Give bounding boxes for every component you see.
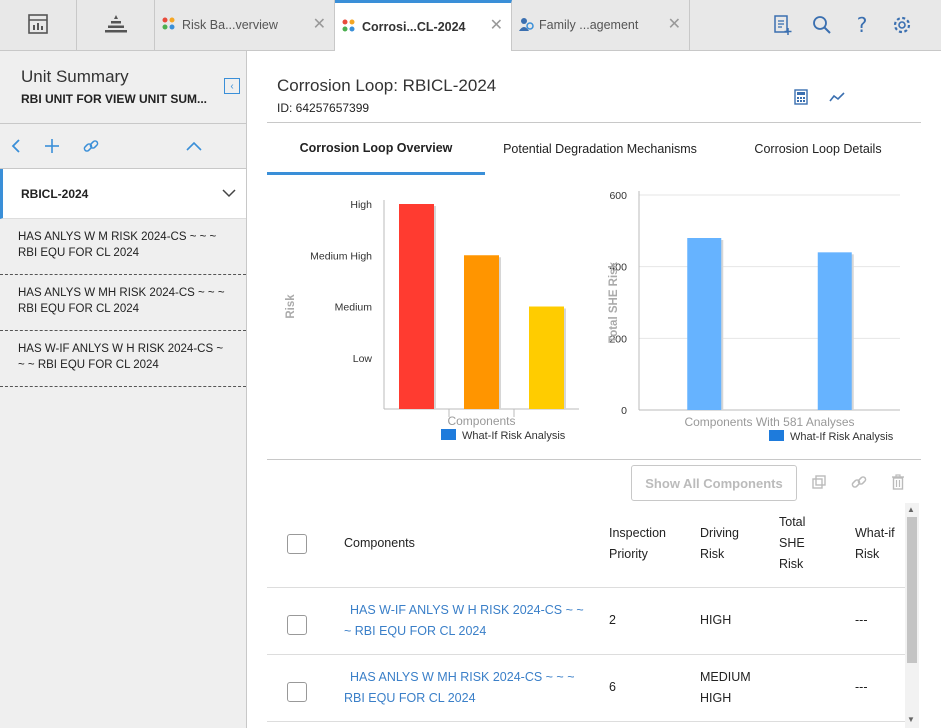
driving-risk: HIGH [700, 613, 732, 627]
y-tick-label: Medium [335, 302, 373, 314]
bar [464, 255, 499, 409]
hierarchy-button[interactable] [77, 0, 155, 50]
legend-swatch [769, 430, 784, 441]
record-id: ID: 64257657399 [277, 101, 370, 115]
table-row[interactable]: HAS W-IF ANLYS W H RISK 2024-CS ~ ~ ~ RB… [267, 588, 907, 655]
dashboard-icon [27, 13, 49, 38]
select-all-checkbox[interactable] [287, 534, 307, 554]
copy-icon[interactable] [810, 473, 828, 491]
driving-risk: MEDIUM HIGH [700, 670, 751, 705]
legend-swatch [441, 429, 456, 440]
chevron-up-icon[interactable] [184, 136, 204, 156]
sub-tabs: Corrosion Loop Overview Potential Degrad… [267, 122, 921, 175]
what-if-risk: --- [855, 613, 868, 627]
bar [817, 252, 852, 410]
tab-family-management[interactable]: Family ...agement ✕ [512, 0, 690, 50]
tab-label: Family ...agement [539, 18, 639, 32]
scroll-down-icon[interactable]: ▼ [907, 715, 915, 724]
row-checkbox[interactable] [287, 682, 307, 702]
hierarchy-icon [103, 13, 129, 38]
inspection-priority: 6 [609, 680, 616, 694]
link-icon[interactable] [81, 136, 101, 156]
scrollbar-thumb[interactable] [907, 517, 917, 663]
sidebar-subtitle: RBI UNIT FOR VIEW UNIT SUM... [21, 92, 207, 106]
sidebar-title: Unit Summary [21, 67, 129, 86]
back-icon[interactable] [6, 136, 26, 156]
tab-potential-degradation-mechanisms[interactable]: Potential Degradation Mechanisms [485, 123, 715, 175]
search-icon[interactable] [810, 13, 834, 37]
section-divider [267, 459, 921, 460]
component-link[interactable]: HAS ANLYS W MH RISK 2024-CS ~ ~ ~ RBI EQ… [344, 667, 584, 709]
tab-corrosion-loop-details[interactable]: Corrosion Loop Details [715, 123, 921, 175]
y-tick-label: High [350, 199, 372, 211]
collapse-sidebar-button[interactable]: ‹ [224, 78, 240, 94]
asset-icon [161, 16, 177, 35]
sidebar-item-label: RBICL-2024 [21, 187, 89, 201]
tab-label: Corrosi...CL-2024 [362, 20, 466, 34]
bar [687, 238, 722, 410]
header-driving-risk[interactable]: Driving Risk [700, 523, 760, 565]
tab-corrosion-loop[interactable]: Corrosi...CL-2024 ✕ [335, 0, 512, 51]
x-axis-title: Components [447, 414, 515, 428]
add-icon[interactable] [42, 136, 62, 156]
grid-scrollbar[interactable]: ▲ ▼ [905, 503, 919, 728]
y-axis-title: Risk [285, 294, 297, 319]
table-row[interactable]: HAS ANLYS W MH RISK 2024-CS ~ ~ ~ RBI EQ… [267, 655, 907, 722]
dashboard-button[interactable] [0, 0, 77, 50]
delete-icon[interactable] [889, 473, 907, 491]
link-icon[interactable] [850, 473, 868, 491]
help-icon[interactable]: ? [850, 13, 874, 37]
y-tick-label: Low [353, 353, 373, 365]
component-link[interactable]: HAS W-IF ANLYS W H RISK 2024-CS ~ ~ ~ RB… [344, 600, 584, 642]
header-what-if-risk[interactable]: What-if Risk [855, 523, 905, 565]
top-bar: Risk Ba...verview ✕ Corrosi...CL-2024 ✕ … [0, 0, 941, 51]
bar [399, 204, 434, 409]
tab-risk-overview[interactable]: Risk Ba...verview ✕ [155, 0, 335, 50]
header-inspection-priority[interactable]: Inspection Priority [609, 523, 689, 565]
y-tick-label: Medium High [310, 250, 372, 262]
main-panel: Corrosion Loop: RBICL-2024 ID: 642576573… [247, 51, 941, 728]
bar [529, 306, 564, 409]
scroll-up-icon[interactable]: ▲ [907, 505, 915, 514]
sidebar-item-rbicl-2024[interactable]: RBICL-2024 [0, 169, 246, 219]
close-icon[interactable]: ✕ [313, 14, 326, 34]
calculator-icon[interactable] [793, 89, 809, 105]
y-axis-title: Total SHE Risk [608, 261, 620, 343]
chevron-left-icon: ‹ [230, 80, 234, 92]
sidebar-item-mh-risk[interactable]: HAS ANLYS W MH RISK 2024-CS ~ ~ ~ RBI EQ… [0, 275, 246, 331]
sidebar-toolbar [0, 123, 246, 169]
family-icon [518, 16, 534, 35]
row-checkbox[interactable] [287, 615, 307, 635]
sidebar-item-label: HAS ANLYS W M RISK 2024-CS ~ ~ ~ RBI EQU… [18, 231, 217, 259]
sidebar-item-m-risk[interactable]: HAS ANLYS W M RISK 2024-CS ~ ~ ~ RBI EQU… [0, 219, 246, 275]
inspection-priority: 2 [609, 613, 616, 627]
header-total-she-risk[interactable]: Total SHE Risk [779, 512, 819, 575]
sidebar-item-label: HAS W-IF ANLYS W H RISK 2024-CS ~ ~ ~ RB… [18, 343, 224, 371]
sidebar: Unit Summary RBI UNIT FOR VIEW UNIT SUM.… [0, 51, 247, 728]
trend-icon[interactable] [829, 89, 845, 105]
sidebar-item-label: HAS ANLYS W MH RISK 2024-CS ~ ~ ~ RBI EQ… [18, 287, 225, 315]
what-if-risk: --- [855, 680, 868, 694]
risk-chart: Low Medium Medium High High Components Risk Wh… [285, 199, 579, 442]
chevron-down-icon[interactable] [222, 186, 236, 202]
y-tick-label: 600 [609, 190, 627, 202]
add-document-icon[interactable] [770, 13, 794, 37]
settings-icon[interactable] [890, 13, 914, 37]
tab-label: Risk Ba...verview [182, 18, 278, 32]
show-all-components-button[interactable]: Show All Components [631, 465, 797, 501]
grid-header: Components Inspection Priority Driving R… [267, 507, 907, 588]
tab-corrosion-loop-overview[interactable]: Corrosion Loop Overview [267, 123, 485, 175]
asset-icon [341, 18, 357, 37]
legend-label: What-If Risk Analysis [462, 430, 566, 442]
page-title: Corrosion Loop: RBICL-2024 [277, 76, 497, 95]
close-icon[interactable]: ✕ [490, 15, 503, 35]
header-components[interactable]: Components [344, 533, 415, 554]
x-axis-title: Components With 581 Analyses [684, 415, 854, 429]
she-risk-chart: 0200400600Components With 581 AnalysesTo… [608, 190, 900, 443]
legend-label: What-If Risk Analysis [790, 431, 894, 443]
close-icon[interactable]: ✕ [668, 14, 681, 34]
sidebar-list: RBICL-2024 HAS ANLYS W M RISK 2024-CS ~ … [0, 169, 246, 387]
sidebar-item-h-risk[interactable]: HAS W-IF ANLYS W H RISK 2024-CS ~ ~ ~ RB… [0, 331, 246, 387]
y-tick-label: 0 [621, 405, 627, 417]
